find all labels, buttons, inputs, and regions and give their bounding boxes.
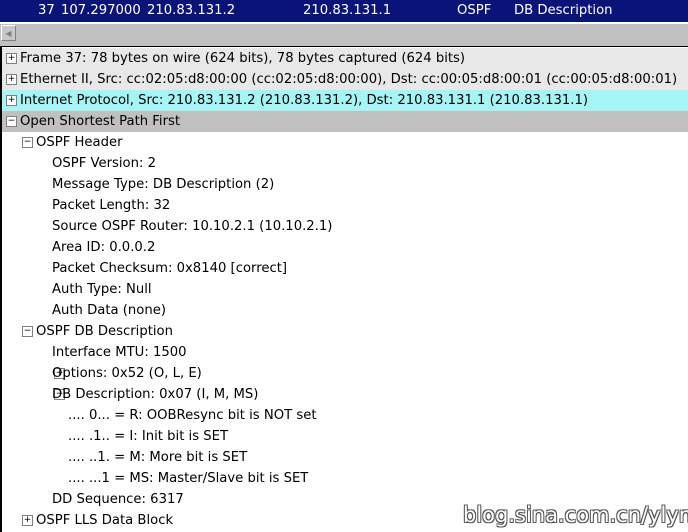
tree-row-label: Area ID: 0.0.0.2 <box>52 240 156 255</box>
packet-source: 210.83.131.2 <box>147 3 236 18</box>
tree-row-label: Packet Checksum: 0x8140 [correct] <box>52 261 288 276</box>
tree-row-label: DB Description: 0x07 (I, M, MS) <box>52 387 259 402</box>
tree-row-label: Source OSPF Router: 10.10.2.1 (10.10.2.1… <box>52 219 333 234</box>
tree-row-label: OSPF DB Description <box>36 324 173 339</box>
tree-row[interactable]: − Open Shortest Path First <box>2 111 688 132</box>
tree-row-label: Auth Type: Null <box>52 282 152 297</box>
tree-row-label: Ethernet II, Src: cc:02:05:d8:00:00 (cc:… <box>20 72 678 87</box>
collapse-minus-icon[interactable]: − <box>22 326 33 337</box>
tree-row-label: Auth Data (none) <box>52 303 166 318</box>
horizontal-scrollbar[interactable]: ◀ <box>0 23 688 43</box>
tree-row[interactable]: + Ethernet II, Src: cc:02:05:d8:00:00 (cc… <box>2 69 688 90</box>
tree-row-label: Message Type: DB Description (2) <box>52 177 275 192</box>
tree-row[interactable]: Auth Data (none) <box>2 300 688 321</box>
expand-plus-icon[interactable]: + <box>6 53 17 64</box>
tree-row[interactable]: Packet Checksum: 0x8140 [correct] <box>2 258 688 279</box>
tree-row[interactable]: − DB Description: 0x07 (I, M, MS) <box>2 384 688 405</box>
packet-info: DB Description <box>514 3 613 18</box>
tree-row[interactable]: Message Type: DB Description (2) <box>2 174 688 195</box>
tree-row[interactable]: .... ..1. = M: More bit is SET <box>2 447 688 468</box>
tree-row-label: OSPF LLS Data Block <box>36 513 174 528</box>
packet-time: 107.297000 <box>61 3 141 18</box>
tree-row-label: Interface MTU: 1500 <box>52 345 187 360</box>
packet-list-row-selected[interactable]: 37 107.297000 210.83.131.2 210.83.131.1 … <box>0 0 688 22</box>
watermark: blog.sina.com.cn/ylyne <box>463 503 688 527</box>
tree-row-label: DD Sequence: 6317 <box>52 492 184 507</box>
tree-row[interactable]: + Options: 0x52 (O, L, E) <box>2 363 688 384</box>
packet-protocol: OSPF <box>457 3 492 18</box>
tree-row[interactable]: .... ...1 = MS: Master/Slave bit is SET <box>2 468 688 489</box>
tree-row-label: .... ...1 = MS: Master/Slave bit is SET <box>68 471 309 486</box>
tree-row-label: Frame 37: 78 bytes on wire (624 bits), 7… <box>20 51 466 66</box>
tree-row[interactable]: − OSPF Header <box>2 132 688 153</box>
packet-destination: 210.83.131.1 <box>303 3 392 18</box>
tree-row-label: .... 0... = R: OOBResync bit is NOT set <box>68 408 317 423</box>
scroll-left-arrow-icon[interactable]: ◀ <box>1 25 16 41</box>
tree-row-label: OSPF Header <box>36 135 123 150</box>
tree-row[interactable]: + Internet Protocol, Src: 210.83.131.2 (2… <box>2 90 688 111</box>
tree-row[interactable]: Area ID: 0.0.0.2 <box>2 237 688 258</box>
expand-plus-icon[interactable]: + <box>6 95 17 106</box>
tree-row[interactable]: − OSPF DB Description <box>2 321 688 342</box>
tree-row[interactable]: .... .1.. = I: Init bit is SET <box>2 426 688 447</box>
tree-row[interactable]: Auth Type: Null <box>2 279 688 300</box>
tree-row[interactable]: + Frame 37: 78 bytes on wire (624 bits), … <box>2 48 688 69</box>
tree-row-label: Options: 0x52 (O, L, E) <box>52 366 202 381</box>
tree-row-label: Open Shortest Path First <box>20 114 181 129</box>
tree-row[interactable]: .... 0... = R: OOBResync bit is NOT set <box>2 405 688 426</box>
packet-number: 37 <box>38 3 55 18</box>
collapse-minus-icon[interactable]: − <box>22 137 33 148</box>
tree-row[interactable]: Interface MTU: 1500 <box>2 342 688 363</box>
expand-plus-icon[interactable]: + <box>22 515 33 526</box>
tree-row-label: Packet Length: 32 <box>52 198 171 213</box>
tree-row-label: .... ..1. = M: More bit is SET <box>68 450 248 465</box>
tree-row-label: OSPF Version: 2 <box>52 156 156 171</box>
tree-row-label: Internet Protocol, Src: 210.83.131.2 (21… <box>20 93 589 108</box>
expand-plus-icon[interactable]: + <box>6 74 17 85</box>
tree-row[interactable]: OSPF Version: 2 <box>2 153 688 174</box>
tree-row[interactable]: Packet Length: 32 <box>2 195 688 216</box>
packet-details-tree: + Frame 37: 78 bytes on wire (624 bits), … <box>0 47 688 532</box>
collapse-minus-icon[interactable]: − <box>6 116 17 127</box>
tree-row-label: .... .1.. = I: Init bit is SET <box>68 429 229 444</box>
tree-row[interactable]: Source OSPF Router: 10.10.2.1 (10.10.2.1… <box>2 216 688 237</box>
